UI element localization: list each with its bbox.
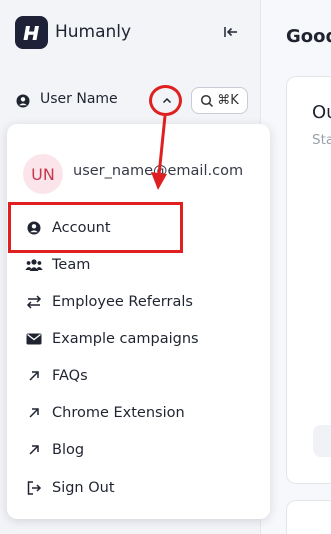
- card-subtitle: Sta: [312, 132, 331, 148]
- menu-item-label: FAQs: [52, 368, 88, 384]
- brand-name: Humanly: [55, 22, 132, 42]
- collapse-sidebar-icon[interactable]: [222, 24, 240, 40]
- menu-item-employee-referrals[interactable]: Employee Referrals: [25, 290, 193, 314]
- menu-item-label: Account: [52, 220, 111, 236]
- swap-arrows-icon: [25, 293, 43, 311]
- user-name[interactable]: User Name: [40, 91, 118, 107]
- avatar: UN: [23, 154, 63, 194]
- user-circle-icon: [25, 219, 43, 237]
- content-card-2: [286, 500, 331, 534]
- card-title: Ou: [312, 102, 331, 123]
- page-greeting: Good: [286, 26, 331, 47]
- menu-item-label: Team: [52, 257, 91, 273]
- search-shortcut-button[interactable]: ⌘K: [191, 87, 248, 114]
- external-arrow-icon: [25, 367, 43, 385]
- external-arrow-icon: [25, 404, 43, 422]
- menu-item-team[interactable]: Team: [25, 253, 90, 277]
- chevron-up-icon[interactable]: [156, 90, 178, 110]
- menu-item-label: Chrome Extension: [52, 405, 185, 421]
- menu-item-faqs[interactable]: FAQs: [25, 364, 88, 388]
- menu-item-chrome-extension[interactable]: Chrome Extension: [25, 401, 185, 425]
- envelope-icon: [25, 330, 43, 348]
- external-arrow-icon: [25, 441, 43, 459]
- card-button[interactable]: [313, 425, 331, 457]
- search-icon: [200, 94, 214, 108]
- team-icon: [25, 256, 43, 274]
- menu-item-label: Blog: [52, 442, 85, 458]
- shortcut-keys: ⌘K: [217, 93, 239, 108]
- menu-item-example-campaigns[interactable]: Example campaigns: [25, 327, 199, 351]
- menu-item-blog[interactable]: Blog: [25, 438, 84, 462]
- menu-item-sign-out[interactable]: Sign Out: [25, 476, 115, 500]
- user-email: user_name@email.com: [73, 163, 244, 179]
- menu-item-label: Sign Out: [52, 480, 115, 496]
- user-circle-icon: [16, 93, 30, 108]
- menu-item-account[interactable]: Account: [25, 216, 111, 240]
- menu-item-label: Employee Referrals: [52, 294, 193, 310]
- sign-out-icon: [25, 479, 43, 497]
- menu-item-label: Example campaigns: [52, 331, 199, 347]
- humanly-logo-icon[interactable]: [15, 16, 48, 49]
